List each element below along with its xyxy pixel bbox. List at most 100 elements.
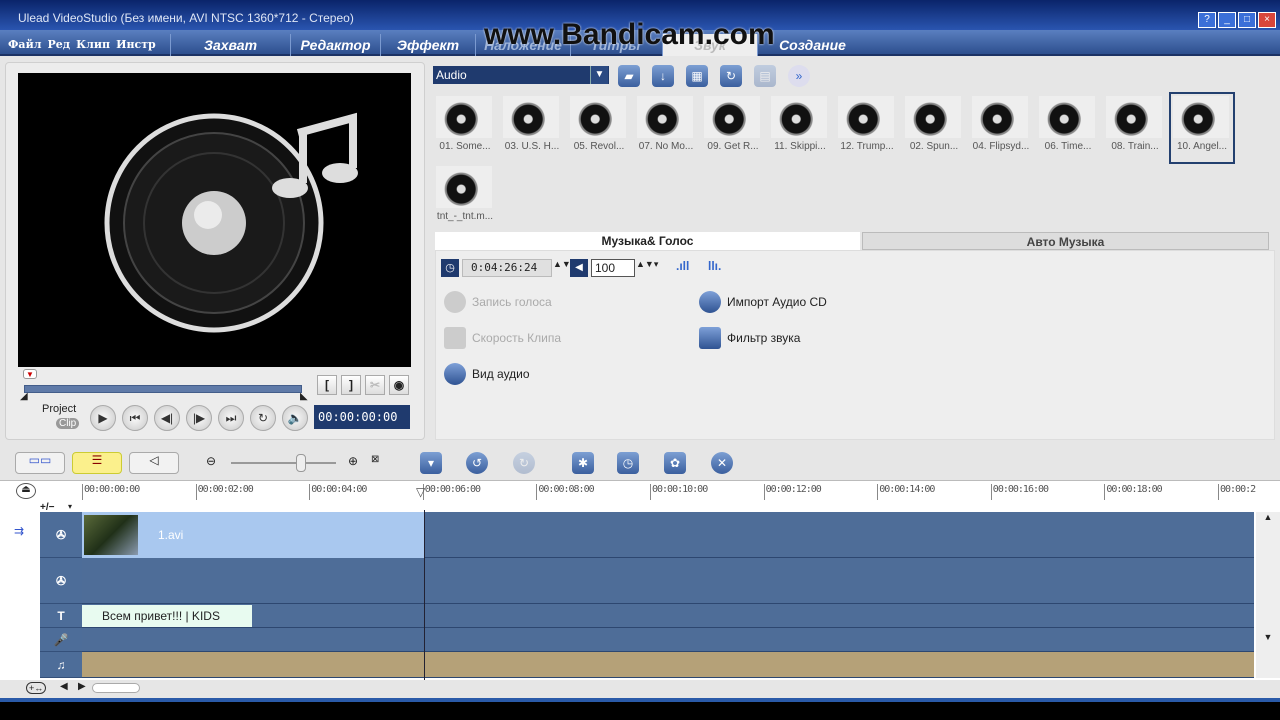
horizontal-scrollbar-thumb[interactable] [92,683,140,693]
library-item-label: 10. Angel... [1176,141,1228,152]
mark-in-button[interactable]: [ [317,375,337,395]
voice-track[interactable] [82,628,1254,652]
tab-music-voice[interactable]: Музыка& Голос [435,232,860,250]
clip-speed-button[interactable]: Скорость Клипа [444,327,561,349]
library-item[interactable]: 10. Angel... [1169,92,1235,164]
step-capture[interactable]: Захват [170,34,290,56]
step-edit[interactable]: Редактор [290,34,380,56]
audio-view-icon[interactable]: ◁ [129,452,179,474]
music-track-header[interactable]: ♫ [40,652,82,678]
library-item[interactable]: 05. Revol... [570,96,628,160]
audio-view-button[interactable]: Вид аудио [444,363,530,385]
chevron-down-icon[interactable]: ▼ [590,66,608,84]
library-item[interactable]: 01. Some... [436,96,494,160]
smart-proxy-icon[interactable]: ✱ [572,452,594,474]
duration-stepper[interactable]: ▲▼ [553,259,571,269]
fade-out-icon[interactable]: llı. [708,259,721,273]
fullscreen-icon[interactable]: ◉ [389,375,409,395]
video-clip[interactable]: 1.avi [82,512,425,558]
undo-icon[interactable]: ↺ [466,452,488,474]
volume-stepper[interactable]: ▲▼▾ [636,259,658,270]
music-track[interactable] [82,652,1254,678]
library-item[interactable]: 06. Time... [1039,96,1097,160]
step-effect[interactable]: Эффект [380,34,475,56]
minimize-button[interactable]: _ [1218,12,1236,28]
duration-field[interactable]: 0:04:26:24 [462,259,552,277]
track-zoom-icon[interactable]: +↔ [26,682,47,694]
maximize-button[interactable]: □ [1238,12,1256,28]
sort-icon[interactable]: ↓ [652,65,674,87]
menu-clip[interactable]: Клип [76,38,110,51]
folder-icon[interactable]: ▰ [618,65,640,87]
library-item[interactable]: 09. Get R... [704,96,762,160]
library-item[interactable]: 03. U.S. H... [503,96,561,160]
zoom-in-icon[interactable]: ⊕ [348,454,358,468]
chevron-down-icon[interactable]: ▾ [68,502,72,511]
timeline-ruler[interactable]: ⏏ 00:00:00:00 00:00:02:00 00:00:04:00 00:00… [0,480,1280,502]
scroll-left-icon[interactable]: ◀ [60,681,68,692]
track-manager-icon[interactable]: ✿ [664,452,686,474]
fit-project-icon[interactable]: ⊠ [371,454,379,465]
previous-frame-icon[interactable]: ◀| [154,405,180,431]
voice-track-header[interactable]: 🎤 [40,628,82,652]
trim-end-handle[interactable]: ◣ [300,391,308,402]
library-manager-icon[interactable]: ▤ [754,65,776,87]
volume-icon[interactable]: 🔈 [282,405,308,431]
close-button[interactable]: × [1258,12,1276,28]
zoom-slider[interactable] [231,462,336,464]
batch-convert-icon[interactable]: ✕ [711,452,733,474]
chapter-icon[interactable]: ◷ [617,452,639,474]
tab-auto-music[interactable]: Авто Музыка [862,232,1269,250]
zoom-out-icon[interactable]: ⊖ [206,454,216,468]
playhead-marker[interactable]: ▽ [416,485,425,499]
overlay-track-header[interactable]: ✇ [40,558,82,604]
storyboard-view-icon[interactable]: ▭▭ [15,452,65,474]
expand-icon[interactable]: » [788,65,810,87]
repeat-icon[interactable]: ↻ [250,405,276,431]
help-button[interactable]: ? [1198,12,1216,28]
library-item[interactable]: 04. Flipsyd... [972,96,1030,160]
timeline-view-icon[interactable]: ☰ [72,452,122,474]
play-icon[interactable]: ▶ [90,405,116,431]
library-item[interactable]: tnt_-_tnt.m... [436,166,494,230]
next-frame-icon[interactable]: |▶ [186,405,212,431]
scrub-bar[interactable] [24,385,302,393]
import-audio-cd-button[interactable]: Импорт Аудио CD [699,291,827,313]
menu-edit[interactable]: Ред [47,38,70,51]
library-category-select[interactable]: Audio [433,66,609,84]
library-item[interactable]: 08. Train... [1106,96,1164,160]
library-item[interactable]: 02. Spun... [905,96,963,160]
record-voice-button[interactable]: Запись голоса [444,291,552,313]
title-clip[interactable]: Всем привет!!! | KIDS [82,605,252,627]
timecode-field[interactable]: 00:00:00:00 [314,405,410,429]
audio-filter-button[interactable]: Фильтр звука [699,327,800,349]
fade-in-icon[interactable]: .ıll [676,259,689,273]
trim-marker-handle[interactable]: ▼ [23,369,37,379]
vertical-scrollbar[interactable]: ▲ ▼ [1256,512,1280,678]
ripple-edit-icon[interactable]: ⇉ [14,524,24,538]
redo-icon[interactable]: ↻ [513,452,535,474]
go-to-end-icon[interactable]: ⏭ [218,405,244,431]
volume-field[interactable]: 100 [591,259,635,277]
library-item[interactable]: 11. Skippi... [771,96,829,160]
library-item[interactable]: 07. No Mo... [637,96,695,160]
project-mode[interactable]: Project [42,403,76,415]
library-item[interactable]: 12. Trump... [838,96,896,160]
zoom-slider-thumb[interactable] [296,454,306,472]
title-track[interactable] [82,604,1254,628]
eject-icon[interactable]: ⏏ [16,483,36,499]
menu-tools[interactable]: Инстр [116,38,156,51]
view-options-icon[interactable]: ▦ [686,65,708,87]
scissors-icon[interactable]: ✂ [365,375,385,395]
refresh-icon[interactable]: ↻ [720,65,742,87]
trim-start-handle[interactable]: ◢ [20,391,28,402]
go-to-start-icon[interactable]: ⏮ [122,405,148,431]
scroll-right-icon[interactable]: ▶ [78,681,86,692]
clip-mode[interactable]: Clip [56,418,80,429]
title-track-header[interactable]: T [40,604,82,628]
video-track-header[interactable]: ✇ [40,512,82,558]
mark-out-button[interactable]: ] [341,375,361,395]
overlay-track[interactable] [82,558,1254,604]
menu-file[interactable]: Файл [8,38,41,51]
insert-media-icon[interactable]: ▾ [420,452,442,474]
